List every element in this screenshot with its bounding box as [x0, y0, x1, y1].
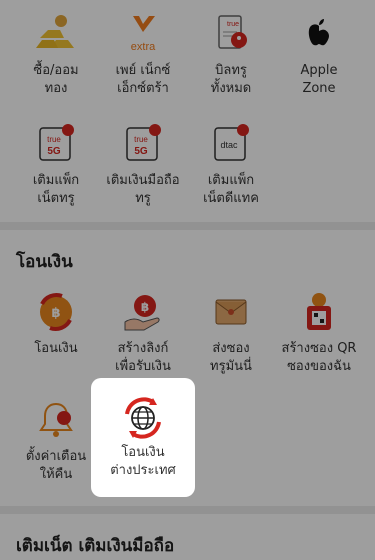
- app-screen: ซื้อ/ออม ทอง extra เพย์ เน็กซ์ เอ็กซ์ตร้…: [0, 0, 375, 560]
- international-transfer-label-1: โอนเงิน: [121, 445, 165, 460]
- international-transfer-icon: [125, 397, 161, 439]
- tile-international-transfer[interactable]: โอนเงิน ต่างประเทศ: [91, 378, 195, 497]
- international-transfer-label-2: ต่างประเทศ: [110, 463, 176, 478]
